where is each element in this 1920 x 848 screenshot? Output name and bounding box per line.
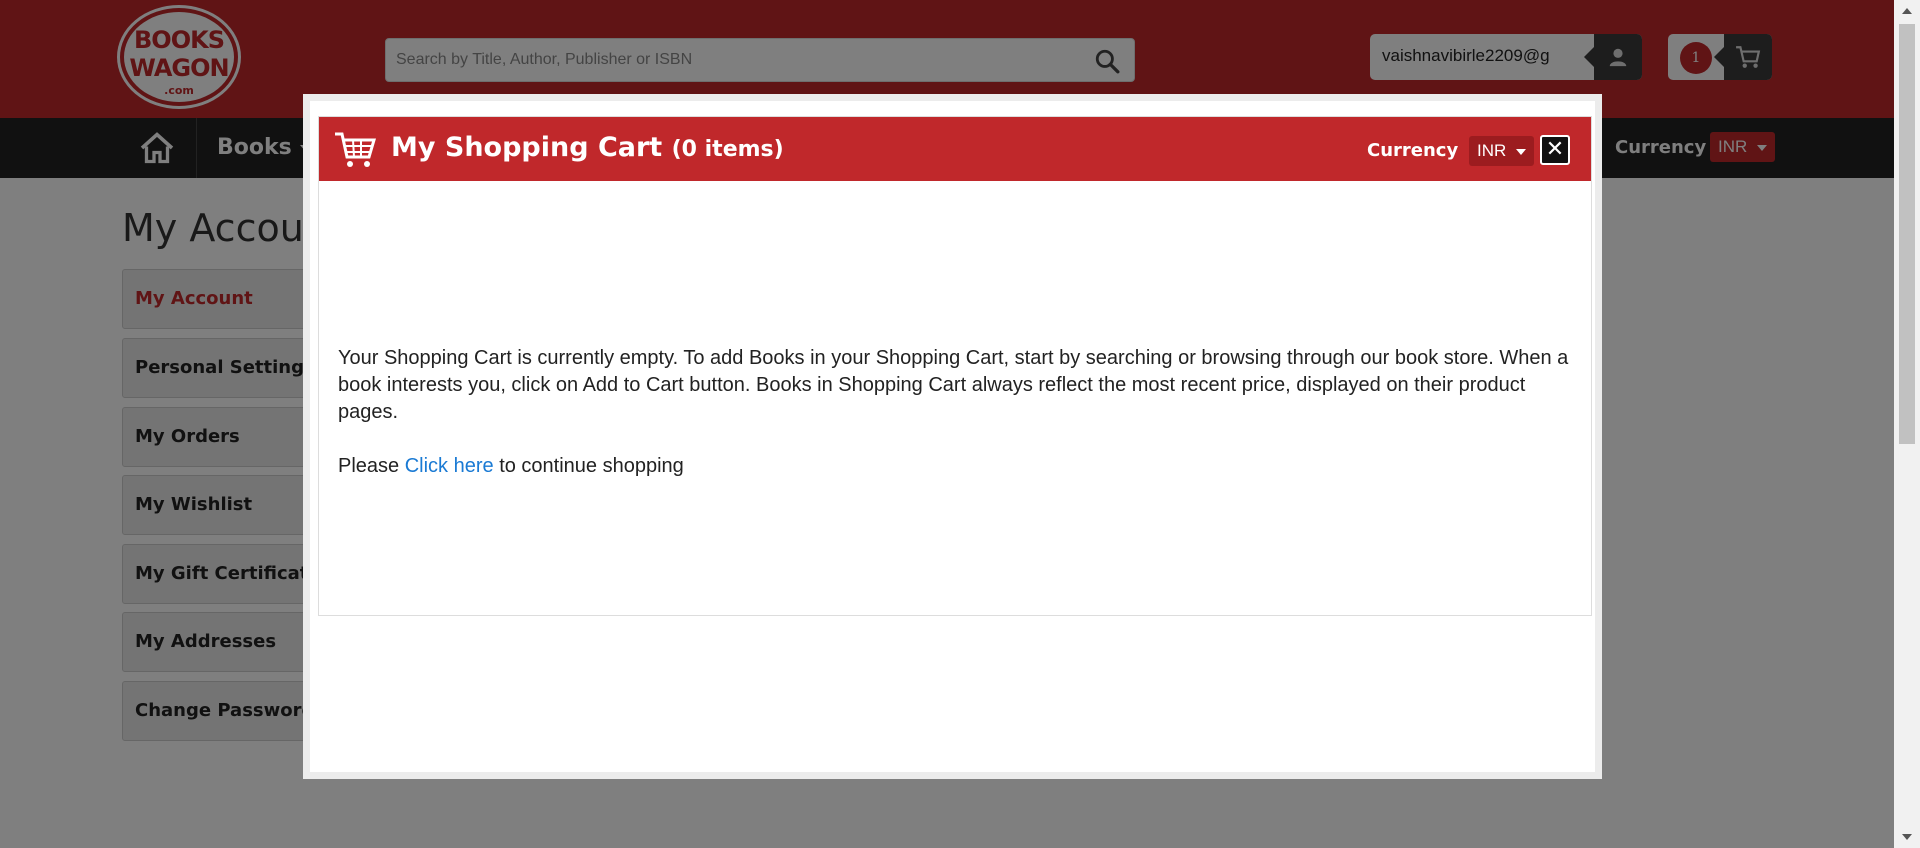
scroll-thumb[interactable] — [1899, 24, 1915, 444]
continue-shopping-line: Please Click here to continue shopping — [338, 453, 1578, 480]
shopping-cart-icon — [335, 132, 377, 167]
cart-title-text: My Shopping Cart — [391, 132, 663, 163]
cart-body: Your Shopping Cart is currently empty. T… — [338, 345, 1578, 507]
cart-item-count: (0 items) — [671, 137, 784, 162]
empty-cart-message: Your Shopping Cart is currently empty. T… — [338, 347, 1569, 423]
cart-currency-label: Currency — [1367, 140, 1459, 161]
cart-currency-select[interactable]: INR — [1469, 136, 1535, 166]
shopping-cart-modal: My Shopping Cart (0 items) Currency INR … — [303, 94, 1602, 779]
cart-header: My Shopping Cart (0 items) Currency INR … — [319, 117, 1591, 181]
scroll-down-arrow[interactable] — [1902, 834, 1912, 840]
close-button[interactable]: ✕ — [1540, 135, 1570, 165]
continue-prefix: Please — [338, 455, 405, 477]
scroll-up-arrow[interactable] — [1902, 8, 1912, 14]
cart-title: My Shopping Cart (0 items) — [391, 132, 784, 163]
continue-shopping-link[interactable]: Click here — [405, 455, 494, 477]
cart-panel: My Shopping Cart (0 items) Currency INR … — [318, 116, 1592, 616]
page-scrollbar[interactable] — [1894, 0, 1920, 848]
continue-suffix: to continue shopping — [493, 455, 684, 477]
